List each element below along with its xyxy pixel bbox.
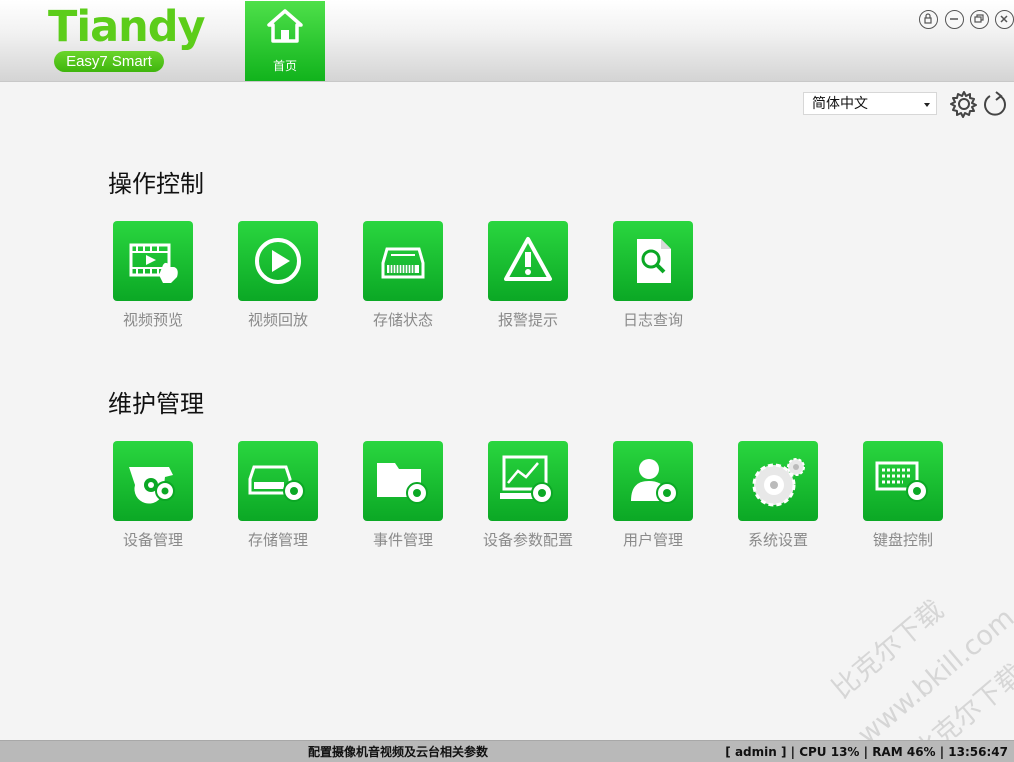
video-playback-icon — [255, 238, 301, 284]
log-search-icon — [637, 239, 671, 283]
status-info: [ admin ] | CPU 13% | RAM 46% | 13:56:47 — [725, 745, 1008, 759]
close-icon[interactable] — [995, 10, 1014, 29]
tile-keyboard-control[interactable] — [863, 441, 943, 521]
tile-label-video-preview: 视频预览 — [122, 311, 183, 329]
tile-user-management[interactable] — [613, 441, 693, 521]
home-icon — [267, 9, 303, 43]
system-settings-icon — [752, 458, 805, 507]
lock-icon[interactable] — [919, 10, 938, 29]
tile-label-device-management: 设备管理 — [122, 531, 183, 549]
tile-label-log-search: 日志查询 — [622, 311, 683, 329]
tile-system-settings[interactable] — [738, 441, 818, 521]
tile-label-alarm-warning: 报警提示 — [497, 311, 558, 329]
tile-log-search[interactable] — [613, 221, 693, 301]
refresh-icon[interactable] — [982, 90, 1008, 118]
title-bar: Tiandy Easy7 Smart 首页 — [0, 0, 1014, 82]
chevron-down-icon — [924, 103, 930, 107]
settings-gear-icon[interactable] — [950, 90, 978, 118]
tile-event-management[interactable] — [363, 441, 443, 521]
logo-product: Easy7 Smart — [54, 51, 164, 72]
tile-label-video-playback: 视频回放 — [247, 311, 308, 329]
tile-label-storage-management: 存储管理 — [247, 531, 308, 549]
tile-video-playback[interactable] — [238, 221, 318, 301]
alarm-warning-icon — [504, 237, 552, 281]
device-management-icon — [129, 467, 175, 504]
tile-video-preview[interactable] — [113, 221, 193, 301]
storage-status-icon — [381, 247, 425, 279]
tile-label-system-settings: 系统设置 — [747, 531, 808, 549]
tile-storage-status[interactable] — [363, 221, 443, 301]
restore-icon[interactable] — [970, 10, 989, 29]
tile-label-device-parameter-config: 设备参数配置 — [482, 531, 573, 549]
tile-storage-management[interactable] — [238, 441, 318, 521]
language-selected: 简体中文 — [812, 96, 868, 112]
tab-home[interactable]: 首页 — [245, 1, 325, 81]
app-logo: Tiandy Easy7 Smart — [46, 2, 206, 74]
tile-label-event-management: 事件管理 — [372, 531, 433, 549]
keyboard-control-icon — [875, 461, 928, 502]
language-select[interactable]: 简体中文 — [803, 92, 937, 115]
minimize-icon[interactable] — [945, 10, 964, 29]
tab-home-label: 首页 — [272, 59, 297, 73]
section-title-maintenance: 维护管理 — [108, 390, 204, 418]
device-parameter-config-icon — [500, 455, 553, 504]
tile-label-keyboard-control: 键盘控制 — [872, 531, 933, 549]
tile-alarm-warning[interactable] — [488, 221, 568, 301]
tile-label-storage-status: 存储状态 — [372, 311, 433, 329]
event-management-icon — [377, 463, 428, 504]
logo-brand: Tiandy — [48, 2, 206, 52]
user-management-icon — [631, 459, 678, 504]
storage-management-icon — [248, 465, 305, 502]
video-preview-icon — [129, 243, 178, 283]
section-title-operation: 操作控制 — [108, 170, 204, 198]
tile-device-management[interactable] — [113, 441, 193, 521]
tile-device-parameter-config[interactable] — [488, 441, 568, 521]
tile-label-user-management: 用户管理 — [622, 531, 683, 549]
status-message: 配置摄像机音视频及云台相关参数 — [308, 745, 489, 759]
status-bar: 配置摄像机音视频及云台相关参数 [ admin ] | CPU 13% | RA… — [0, 740, 1014, 762]
